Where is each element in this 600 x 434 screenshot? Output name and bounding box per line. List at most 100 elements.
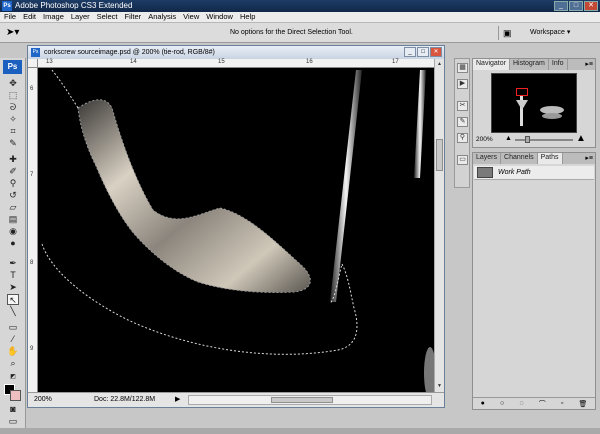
notes-tool-icon[interactable]: ▭	[7, 322, 19, 333]
window-controls: _ □ ✕	[554, 1, 598, 11]
document-size[interactable]: Doc: 22.8M/122.8M	[94, 396, 155, 403]
hand-tool-icon[interactable]: ✋	[7, 346, 19, 357]
background-color-swatch[interactable]	[10, 390, 21, 401]
scroll-up-icon[interactable]: ▲	[436, 60, 443, 68]
delete-path-icon[interactable]: 🗑	[578, 400, 587, 408]
menu-help[interactable]: Help	[240, 12, 255, 22]
document-title-bar[interactable]: Ps corkscrew sourceimage.psd @ 200% (tie…	[28, 46, 444, 59]
taskbar-strip	[0, 428, 600, 434]
move-tool-icon[interactable]: ✥	[7, 78, 19, 89]
tab-navigator[interactable]: Navigator	[473, 59, 510, 70]
history-icon[interactable]: ▦	[457, 63, 468, 73]
zoom-level[interactable]: 200%	[34, 396, 52, 403]
photoshop-app-icon: Ps	[2, 1, 12, 11]
paths-panel: Layers Channels Paths ▸≡ Work Path ● ○ ◌…	[472, 152, 596, 410]
lasso-tool-icon[interactable]: ᘐ	[7, 102, 19, 113]
paths-menu-icon[interactable]: ▸≡	[585, 154, 593, 163]
menu-select[interactable]: Select	[97, 12, 118, 22]
title-bar: Ps Adobe Photoshop CS3 Extended _ □ ✕	[0, 0, 600, 12]
zoom-slider-knob[interactable]	[525, 136, 530, 143]
eyedropper-tool-icon[interactable]: ⁄	[7, 334, 19, 345]
zoom-tool-icon[interactable]: ⌕	[7, 358, 19, 369]
load-path-as-selection-icon[interactable]: ◌	[519, 400, 523, 407]
eraser-tool-icon[interactable]: ▱	[7, 202, 19, 213]
slice-tool-icon[interactable]: ✎	[7, 138, 19, 149]
default-colors-icon[interactable]: ◩ ⇆	[7, 372, 19, 391]
history-brush-tool-icon[interactable]: ↺	[7, 190, 19, 201]
scroll-down-icon[interactable]: ▼	[436, 382, 443, 390]
menu-layer[interactable]: Layer	[71, 12, 90, 22]
document-maximize-button[interactable]: □	[417, 47, 429, 57]
animation-icon[interactable]: ▭	[457, 155, 468, 165]
document-icon: Ps	[31, 48, 40, 57]
horizontal-scrollbar[interactable]	[188, 395, 432, 405]
document-minimize-button[interactable]: _	[404, 47, 416, 57]
ruler-mark: 14	[130, 59, 137, 65]
menu-filter[interactable]: Filter	[125, 12, 142, 22]
navigator-preview[interactable]	[491, 73, 577, 133]
screen-mode-icon[interactable]: ▭	[7, 416, 19, 427]
gradient-tool-icon[interactable]: ▤	[7, 214, 19, 225]
workspace-menu[interactable]: Workspace ▾	[530, 28, 570, 36]
make-work-path-icon[interactable]: ⌒	[539, 399, 546, 409]
pen-tool-icon[interactable]: ✒	[7, 258, 19, 269]
path-row-work-path[interactable]: Work Path	[474, 166, 594, 180]
tab-info[interactable]: Info	[549, 59, 568, 70]
menu-analysis[interactable]: Analysis	[148, 12, 176, 22]
new-path-icon[interactable]: ▫	[561, 400, 563, 407]
menu-window[interactable]: Window	[206, 12, 233, 22]
tab-histogram[interactable]: Histogram	[510, 59, 549, 70]
stroke-path-icon[interactable]: ○	[500, 400, 504, 407]
bridge-icon[interactable]: ▣	[503, 27, 517, 39]
toolbox-logo[interactable]: Ps	[3, 60, 22, 74]
tool-presets-icon[interactable]: ✂	[457, 101, 468, 111]
quick-mask-icon[interactable]: ◙	[7, 404, 19, 415]
clone-stamp-tool-icon[interactable]: ⚲	[7, 178, 19, 189]
menu-image[interactable]: Image	[43, 12, 64, 22]
navigator-menu-icon[interactable]: ▸≡	[585, 60, 593, 69]
document-canvas[interactable]	[38, 68, 434, 392]
zoom-out-icon[interactable]: ▲	[505, 135, 512, 142]
status-menu-icon[interactable]: ▶	[175, 395, 180, 403]
ruler-mark: 7	[30, 172, 34, 178]
options-message: No options for the Direct Selection Tool…	[230, 29, 353, 36]
marquee-tool-icon[interactable]: ⬚	[7, 90, 19, 101]
vertical-scroll-thumb[interactable]	[436, 139, 443, 171]
direct-selection-tool-preset-icon[interactable]: ➤▾	[6, 27, 20, 39]
document-close-button[interactable]: ✕	[430, 47, 442, 57]
navigator-view-box[interactable]	[516, 88, 528, 96]
actions-icon[interactable]: ▶	[457, 79, 468, 89]
healing-brush-tool-icon[interactable]: ✚	[7, 154, 19, 165]
tab-paths[interactable]: Paths	[537, 153, 563, 164]
vertical-scrollbar[interactable]: ▲ ▼	[434, 59, 444, 392]
direct-selection-tool-icon[interactable]: ↖	[7, 294, 19, 305]
brushes-icon[interactable]: ✎	[457, 117, 468, 127]
zoom-in-icon[interactable]: ▲	[576, 133, 586, 144]
menu-file[interactable]: File	[4, 12, 16, 22]
close-button[interactable]: ✕	[584, 1, 598, 11]
ruler-mark: 9	[30, 346, 34, 352]
dodge-tool-icon[interactable]: ●	[7, 238, 19, 249]
navigator-zoom[interactable]: 200%	[476, 136, 493, 143]
brush-tool-icon[interactable]: ✐	[7, 166, 19, 177]
menu-view[interactable]: View	[183, 12, 199, 22]
shape-tool-icon[interactable]: ╲	[7, 306, 19, 317]
menu-edit[interactable]: Edit	[23, 12, 36, 22]
blur-tool-icon[interactable]: ◉	[7, 226, 19, 237]
navigator-zoom-slider[interactable]	[515, 136, 573, 143]
type-tool-icon[interactable]: T	[7, 270, 19, 281]
fill-path-icon[interactable]: ●	[481, 400, 485, 407]
ruler-origin[interactable]	[28, 59, 38, 68]
path-selection-tool-icon[interactable]: ➤	[7, 282, 19, 293]
menu-bar: File Edit Image Layer Select Filter Anal…	[0, 12, 600, 23]
maximize-button[interactable]: □	[569, 1, 583, 11]
ruler-horizontal[interactable]: 13 14 15 16 17	[38, 59, 434, 68]
minimize-button[interactable]: _	[554, 1, 568, 11]
ruler-vertical[interactable]: 6 7 8 9	[28, 68, 38, 392]
magic-wand-tool-icon[interactable]: ✧	[7, 114, 19, 125]
crop-tool-icon[interactable]: ⌗	[7, 126, 19, 137]
horizontal-scroll-thumb[interactable]	[271, 397, 333, 403]
tab-layers[interactable]: Layers	[473, 153, 502, 164]
clone-source-icon[interactable]: ⚲	[457, 133, 468, 143]
tab-channels[interactable]: Channels	[501, 153, 538, 164]
